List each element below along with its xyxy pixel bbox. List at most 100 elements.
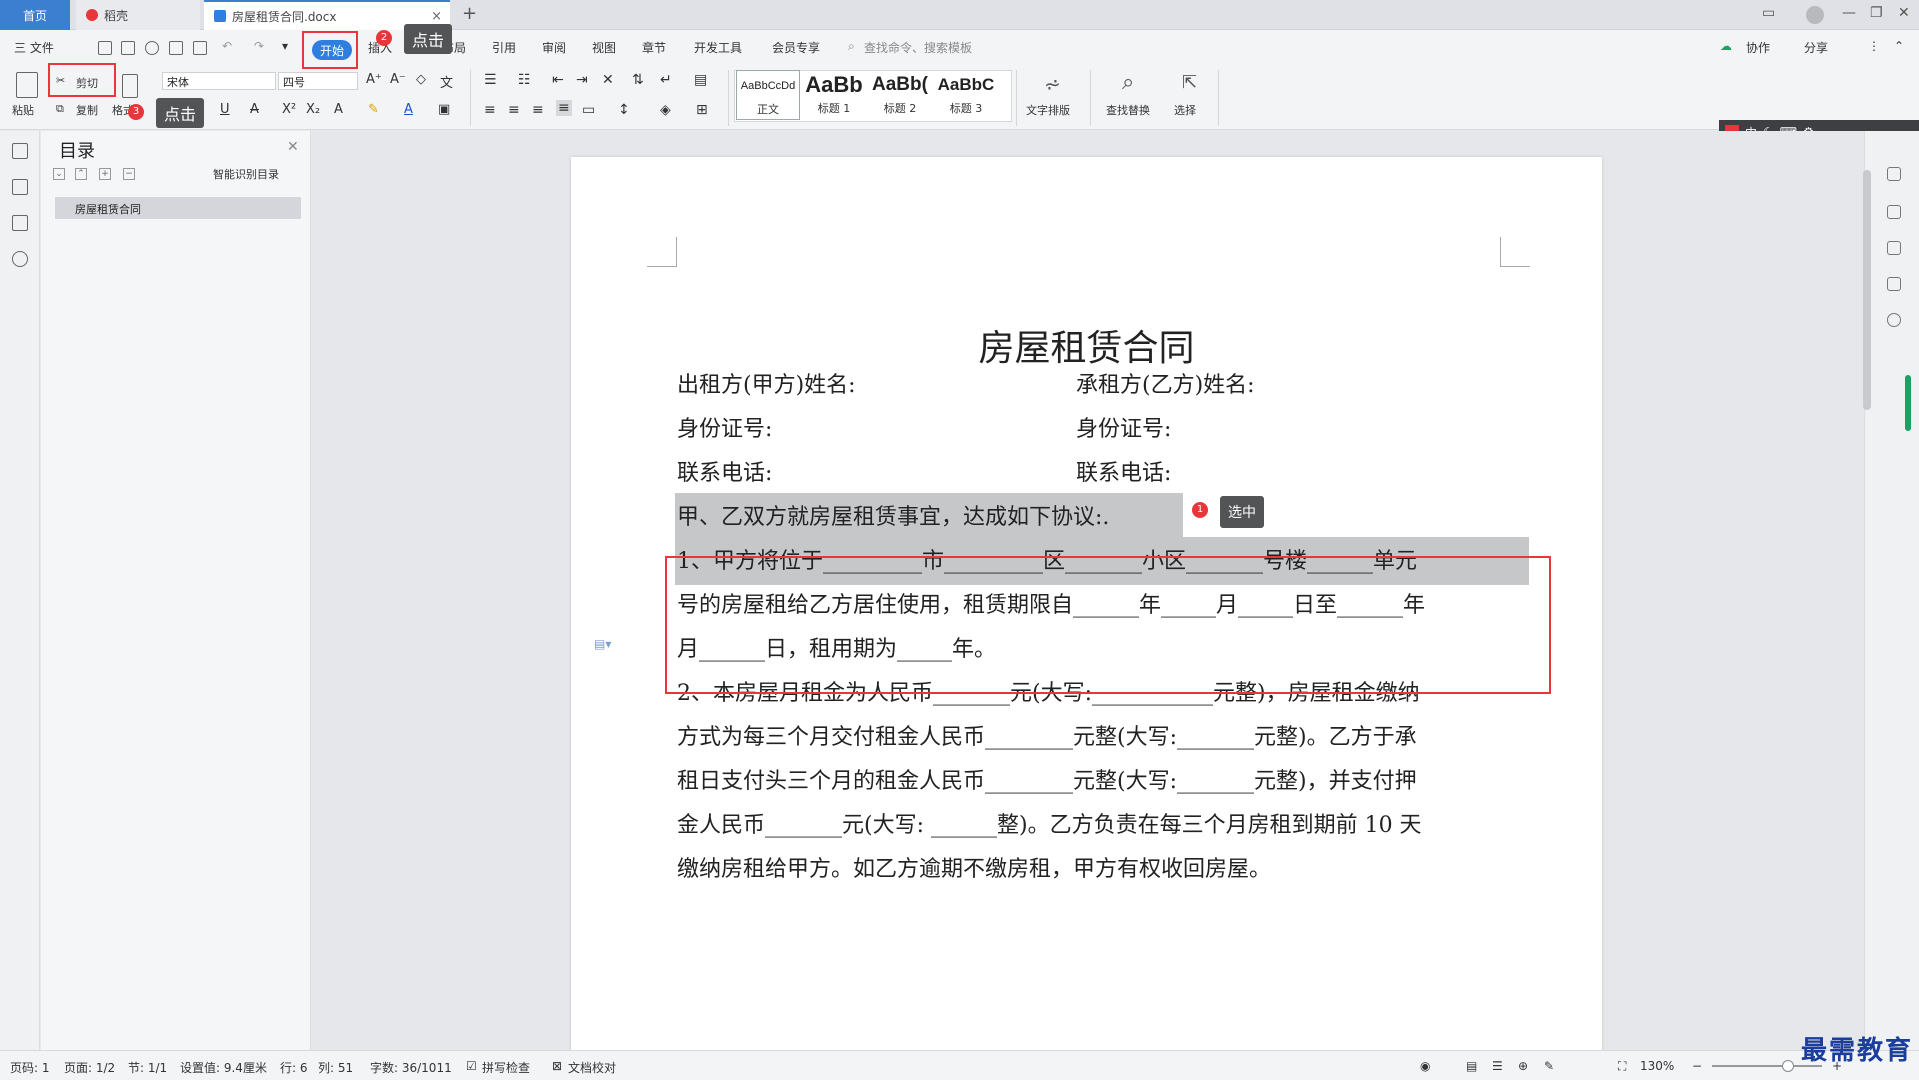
numbered-list-icon[interactable]: ☷ [518, 72, 531, 88]
doc-proof-icon[interactable]: ⊠ [552, 1059, 562, 1073]
paragraph-handle-icon[interactable]: ▤▾ [594, 637, 611, 651]
font-color-icon[interactable]: A [404, 102, 413, 117]
side-slider[interactable] [1905, 375, 1911, 431]
border-icon[interactable]: ⊞ [696, 102, 708, 118]
toc-add-icon[interactable]: + [99, 168, 111, 180]
char-border-icon[interactable]: ▣ [438, 102, 450, 117]
decrease-indent-icon[interactable]: ⇤ [552, 72, 564, 88]
tab-draft[interactable]: 稻壳 [76, 0, 200, 30]
copy-button[interactable]: 复制 [76, 102, 98, 118]
paste-button[interactable]: 粘贴 [12, 102, 34, 118]
toc-expand-icon[interactable]: ⌄ [53, 168, 65, 180]
search-panel-icon[interactable] [12, 251, 28, 267]
collapse-ribbon-icon[interactable]: ⌃ [1894, 39, 1904, 53]
find-icon[interactable]: ⌕ [1122, 70, 1134, 95]
tab-review[interactable]: 审阅 [542, 39, 566, 56]
smart-toc-button[interactable]: 智能识别目录 [213, 166, 279, 182]
print-preview-icon[interactable] [193, 41, 207, 55]
new-tab-icon[interactable]: + [462, 3, 477, 24]
tab-view[interactable]: 视图 [592, 39, 616, 56]
checkbox-icon[interactable]: ☑ [466, 1059, 477, 1073]
settings-sliders-icon[interactable] [1887, 277, 1901, 291]
collab-button[interactable]: 协作 [1746, 39, 1770, 56]
quick-access-dropdown-icon[interactable]: ▾ [282, 39, 288, 53]
shrink-font-icon[interactable]: A⁻ [390, 72, 406, 87]
window-close-icon[interactable]: ✕ [1898, 5, 1910, 21]
word-count[interactable]: 字数: 36/1011 [370, 1059, 452, 1076]
find-replace-button[interactable]: 查找替换 [1106, 102, 1150, 118]
toc-collapse-icon[interactable]: ⌃ [75, 168, 87, 180]
spell-check-button[interactable]: 拼写检查 [482, 1059, 530, 1076]
export-icon[interactable] [145, 41, 159, 55]
grow-font-icon[interactable]: A⁺ [366, 72, 382, 87]
clause-2-cont-line[interactable]: 租日支付头三个月的租金人民币________元整(大写:_______元整)，并… [677, 763, 1417, 795]
doc-proof-button[interactable]: 文档校对 [568, 1059, 616, 1076]
clause-2-cont-line[interactable]: 方式为每三个月交付租金人民币________元整(大写:_______元整)。乙… [677, 719, 1417, 751]
highlight-icon[interactable]: ✎ [368, 102, 379, 117]
zoom-slider-thumb[interactable] [1782, 1060, 1794, 1072]
sort-icon[interactable]: ⇅ [632, 72, 644, 88]
toc-panel-icon[interactable] [12, 143, 28, 159]
lessee-phone-line[interactable]: 联系电话: [1076, 455, 1171, 487]
line-spacing-icon[interactable]: ↕ [618, 102, 630, 118]
lessor-phone-line[interactable]: 联系电话: [677, 455, 772, 487]
zoom-level[interactable]: 130% [1640, 1059, 1674, 1073]
scroll-thumb[interactable] [1863, 170, 1871, 410]
style-heading-1[interactable]: AaBb 标题 1 [802, 70, 866, 120]
distribute-icon[interactable]: ▭ [582, 102, 595, 118]
clause-2-end-line[interactable]: 缴纳房租给甲方。如乙方逾期不缴房租，甲方有权收回房屋。 [677, 851, 1271, 883]
tab-devtools[interactable]: 开发工具 [694, 39, 742, 56]
write-view-icon[interactable]: ✎ [1544, 1059, 1554, 1073]
style-heading-3[interactable]: AaBbC 标题 3 [934, 70, 998, 120]
document-title[interactable]: 房屋租赁合同 [571, 319, 1602, 371]
more-icon[interactable]: ⋮ [1868, 39, 1880, 53]
tab-reference[interactable]: 引用 [492, 39, 516, 56]
increase-indent-icon[interactable]: ⇥ [576, 72, 588, 88]
tab-member[interactable]: 会员专享 [772, 39, 820, 56]
align-left-icon[interactable]: ≡ [484, 102, 496, 118]
undo-icon[interactable]: ↶ [222, 39, 232, 53]
outline-view-icon[interactable]: ☰ [1492, 1059, 1503, 1073]
chinese-layout-icon[interactable]: ✕ [602, 72, 614, 88]
avatar[interactable] [1806, 6, 1824, 24]
file-menu[interactable]: 三 文件 [14, 39, 54, 56]
minimize-icon[interactable]: — [1842, 5, 1856, 21]
toc-item[interactable]: 房屋租赁合同 [55, 197, 301, 219]
toc-remove-icon[interactable]: − [123, 168, 135, 180]
lessee-id-line[interactable]: 身份证号: [1076, 411, 1171, 443]
pinyin-icon[interactable]: 文 [440, 72, 453, 91]
page-view-icon[interactable]: ▤ [1466, 1059, 1477, 1073]
clause-2-cont-line[interactable]: 金人民币_______元(大写: ______整)。乙方负责在每三个月房租到期前… [677, 807, 1422, 839]
toc-close-icon[interactable]: ✕ [287, 139, 299, 155]
align-center-icon[interactable]: ≡ [508, 102, 520, 118]
eye-protect-icon[interactable]: ◉ [1420, 1059, 1430, 1073]
redo-icon[interactable]: ↷ [254, 39, 264, 53]
font-name-select[interactable]: 宋体 [162, 72, 276, 90]
close-tab-icon[interactable]: × [431, 9, 442, 24]
cloud-sync-icon[interactable]: ☁ [1720, 39, 1732, 53]
pointer-icon[interactable] [1887, 241, 1901, 255]
lessor-name-line[interactable]: 出租方(甲方)姓名: [677, 367, 856, 399]
restore-icon[interactable]: ❐ [1870, 5, 1883, 21]
style-normal[interactable]: AaBbCcDd 正文 [736, 70, 800, 120]
table-tools-icon[interactable]: ▤ [694, 72, 707, 88]
clear-format-icon[interactable]: ◇ [416, 72, 426, 87]
text-layout-icon[interactable]: ⩫ [1044, 72, 1061, 96]
style-heading-2[interactable]: AaBb( 标题 2 [868, 70, 932, 120]
vertical-scrollbar[interactable] [1862, 170, 1872, 1030]
strikethrough-icon[interactable]: A [250, 102, 259, 117]
rocket-icon[interactable] [1887, 167, 1901, 181]
new-icon[interactable] [98, 41, 112, 55]
share-button[interactable]: 分享 [1804, 39, 1828, 56]
font-size-select[interactable]: 四号 [278, 72, 358, 90]
select-button[interactable]: 选择 [1174, 102, 1196, 118]
format-painter-icon[interactable] [122, 74, 138, 98]
subscript-icon[interactable]: X₂ [306, 102, 320, 117]
pen-icon[interactable] [1887, 205, 1901, 219]
bullet-list-icon[interactable]: ☰ [484, 72, 497, 88]
align-right-icon[interactable]: ≡ [532, 102, 544, 118]
underline-icon[interactable]: U [220, 102, 230, 117]
navigation-icon[interactable] [12, 179, 28, 195]
tab-section[interactable]: 章节 [642, 39, 666, 56]
bookmark-icon[interactable] [12, 215, 28, 231]
